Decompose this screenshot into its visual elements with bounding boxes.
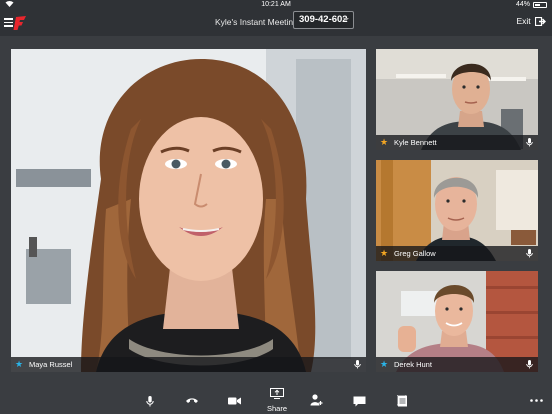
participant-nameplate: ★ Maya Russel (11, 357, 366, 372)
video-tile-kyle[interactable]: ★ Kyle Bennett (376, 49, 538, 150)
participant-nameplate: ★ Greg Gallow (376, 246, 538, 261)
participant-name: Greg Gallow (394, 249, 436, 258)
meeting-id-dropdown[interactable]: 309-42-602 (293, 11, 354, 29)
video-tile-main[interactable]: ★ Maya Russel (11, 49, 366, 372)
participant-video (11, 49, 366, 372)
chat-icon[interactable] (353, 396, 366, 407)
exit-label: Exit (516, 16, 531, 26)
star-icon[interactable]: ★ (380, 357, 388, 372)
chevron-down-icon (343, 18, 349, 21)
exit-icon (535, 17, 546, 27)
status-bar: 10:21 AM 44% (0, 0, 552, 10)
participant-name: Derek Hunt (394, 360, 432, 369)
share-screen-icon (270, 388, 284, 399)
microphone-icon[interactable] (146, 396, 154, 407)
microphone-icon[interactable] (526, 138, 533, 147)
microphone-icon[interactable] (526, 360, 533, 369)
app-logo-icon (13, 16, 26, 30)
participant-nameplate: ★ Derek Hunt (376, 357, 538, 372)
star-icon[interactable]: ★ (380, 135, 388, 150)
status-time: 10:21 AM (261, 1, 291, 8)
microphone-icon[interactable] (526, 249, 533, 258)
video-tile-derek[interactable]: ★ Derek Hunt (376, 271, 538, 372)
video-tile-greg[interactable]: ★ Greg Gallow (376, 160, 538, 261)
participant-name: Kyle Bennett (394, 138, 437, 147)
meeting-id-value: 309-42-602 (299, 14, 348, 25)
video-camera-icon[interactable] (228, 397, 241, 405)
exit-button[interactable]: Exit (516, 16, 546, 27)
more-icon[interactable] (530, 399, 543, 402)
meeting-title: Kyle's Instant Meeting (215, 17, 298, 27)
top-bar: Kyle's Instant Meeting 309-42-602 Exit (0, 10, 552, 36)
share-button[interactable]: Share (263, 386, 291, 413)
battery-icon (533, 2, 547, 8)
notes-icon[interactable] (397, 395, 408, 407)
microphone-icon[interactable] (354, 360, 361, 369)
star-icon[interactable]: ★ (380, 246, 388, 261)
share-label: Share (266, 404, 287, 413)
participant-nameplate: ★ Kyle Bennett (376, 135, 538, 150)
star-icon[interactable]: ★ (15, 357, 23, 372)
participant-name: Maya Russel (29, 360, 73, 369)
phone-icon[interactable] (185, 397, 199, 405)
hamburger-icon (4, 18, 13, 27)
battery-percent: 44% (515, 1, 530, 8)
menu-button[interactable] (4, 14, 26, 32)
add-participant-icon[interactable] (310, 394, 323, 406)
